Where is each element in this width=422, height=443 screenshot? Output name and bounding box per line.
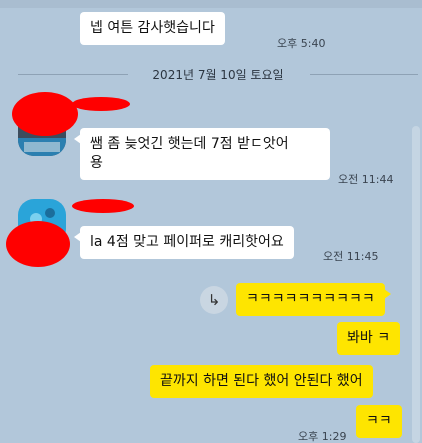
redaction-mark bbox=[72, 97, 130, 111]
scrollbar[interactable] bbox=[412, 126, 420, 443]
date-divider: 2021년 7월 10일 토요일 bbox=[18, 64, 418, 84]
share-button[interactable]: ↳ bbox=[200, 286, 228, 314]
message-text: 끝까지 하면 된다 했어 안된다 했어 bbox=[160, 373, 363, 389]
message-bubble[interactable]: 넵 여튼 감사햇습니다 bbox=[80, 12, 225, 45]
message-text: la 4점 맞고 페이퍼로 캐리핫어요 bbox=[90, 234, 284, 250]
message-text: 봐바 ㅋ bbox=[347, 330, 391, 346]
message-bubble[interactable]: ㅋㅋㅋㅋㅋㅋㅋㅋㅋㅋ bbox=[236, 283, 391, 316]
date-divider-text: 2021년 7월 10일 토요일 bbox=[146, 68, 290, 82]
message-text: ㅋㅋ bbox=[366, 413, 392, 429]
top-shadow bbox=[0, 0, 422, 8]
message-bubble[interactable]: 봐바 ㅋ bbox=[337, 322, 401, 355]
message-bubble[interactable]: ㅋㅋ bbox=[356, 405, 402, 438]
redaction-mark bbox=[6, 221, 70, 267]
message-text: ㅋㅋㅋㅋㅋㅋㅋㅋㅋㅋ bbox=[246, 291, 375, 307]
message-bubble[interactable]: 쌤 좀 늦엇긴 햇는데 7점 받ㄷ앗어 용 bbox=[74, 128, 330, 180]
message-time: 오전 11:45 bbox=[323, 250, 379, 263]
share-arrow-icon: ↳ bbox=[207, 291, 221, 309]
redaction-mark bbox=[72, 199, 134, 213]
message-text-line: 쌤 좀 늦엇긴 햇는데 7점 받ㄷ앗어 bbox=[90, 136, 289, 152]
message-time: 오후 5:40 bbox=[277, 37, 326, 50]
message-text-line: 용 bbox=[90, 155, 103, 171]
redaction-mark bbox=[12, 92, 78, 136]
message-time: 오전 11:44 bbox=[338, 173, 394, 186]
message-bubble[interactable]: 끝까지 하면 된다 했어 안된다 했어 bbox=[150, 365, 373, 398]
message-time: 오후 1:29 bbox=[298, 430, 347, 443]
message-text: 넵 여튼 감사햇습니다 bbox=[90, 20, 215, 36]
message-bubble[interactable]: la 4점 맞고 페이퍼로 캐리핫어요 bbox=[74, 226, 294, 259]
